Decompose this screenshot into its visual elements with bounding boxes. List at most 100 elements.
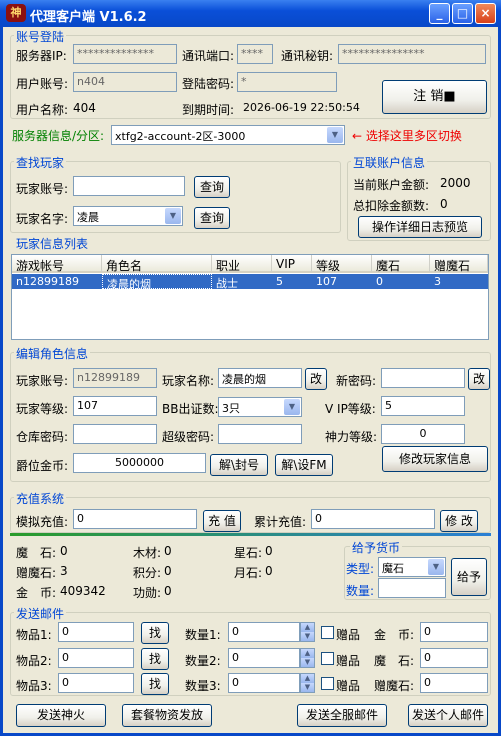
edit-role-title: 编辑角色信息 — [14, 345, 91, 362]
give-type-select[interactable]: 魔石 ▼ — [378, 557, 446, 577]
query-account-button[interactable]: 查询 — [194, 176, 230, 198]
edit-level-input[interactable]: 107 — [73, 396, 157, 416]
table-cell-level[interactable]: 107 — [312, 274, 372, 289]
chevron-down-icon[interactable]: ▼ — [327, 127, 343, 143]
table-cell-role[interactable]: 凌晨的烟 — [102, 274, 212, 291]
give-amount-input[interactable] — [378, 578, 446, 598]
mail-cur1-input[interactable]: 0 — [420, 622, 488, 642]
mail-gift3-checkbox[interactable] — [321, 677, 334, 690]
table-cell-gift-mostone[interactable]: 3 — [430, 274, 488, 289]
mail-qty2-spinner[interactable]: ▲ ▼ — [300, 648, 315, 668]
mail-qty1-spinner[interactable]: ▲ ▼ — [300, 622, 315, 642]
log-preview-button[interactable]: 操作详细日志预览 — [358, 216, 482, 238]
query-name-button[interactable]: 查询 — [194, 207, 230, 229]
mail-item1-find-button[interactable]: 找 — [141, 622, 169, 644]
vip-label: V IP等级: — [325, 402, 376, 416]
player-list[interactable]: 游戏帐号 角色名 职业 VIP 等级 魔石 赠魔石 n12899189 凌晨的烟… — [11, 254, 489, 340]
warehouse-label: 仓库密码: — [16, 430, 69, 444]
chevron-down-icon[interactable]: ▼ — [428, 559, 444, 575]
package-dispatch-button[interactable]: 套餐物资发放 — [122, 704, 212, 727]
mail-cur2-input[interactable]: 0 — [420, 648, 488, 668]
chevron-down-icon[interactable]: ▼ — [165, 208, 181, 224]
port-field[interactable]: **** — [237, 44, 273, 64]
total-deduct-label: 总扣除金额数: — [353, 199, 430, 213]
chevron-down-icon[interactable]: ▼ — [284, 399, 300, 415]
new-password-input[interactable] — [381, 368, 465, 388]
recharge-button[interactable]: 充 值 — [203, 510, 241, 532]
table-cell-vip[interactable]: 5 — [272, 274, 312, 289]
minimize-button[interactable]: _ — [429, 3, 450, 24]
table-cell-class[interactable]: 战士 — [212, 274, 272, 290]
mail-qty3-input[interactable]: 0 — [228, 673, 300, 693]
password-field[interactable]: * — [237, 72, 337, 92]
edit-level-label: 玩家等级: — [16, 402, 69, 416]
unseal-button[interactable]: 解\封号 — [210, 454, 268, 476]
merit-value: 0 — [164, 584, 172, 598]
table-cell-mostone[interactable]: 0 — [372, 274, 430, 289]
star-label: 星石: — [234, 546, 263, 560]
modify-recharge-button[interactable]: 修 改 — [440, 510, 478, 532]
mail-gift1-checkbox[interactable] — [321, 626, 334, 639]
col-gift-mostone[interactable]: 赠魔石 — [430, 255, 488, 273]
mail-cur3-label: 赠魔石: — [374, 679, 415, 693]
send-all-mail-button[interactable]: 发送全服邮件 — [297, 704, 387, 727]
gold-input[interactable]: 5000000 — [73, 453, 206, 473]
col-account[interactable]: 游戏帐号 — [12, 255, 102, 273]
mail-item1-input[interactable]: 0 — [58, 622, 134, 642]
mail-item3-find-button[interactable]: 找 — [141, 673, 169, 695]
port-label: 通讯端口: — [182, 49, 235, 63]
server-select[interactable]: xtfg2-account-2区-3000 ▼ — [111, 125, 345, 145]
secret-field[interactable]: *************** — [338, 44, 486, 64]
send-personal-mail-button[interactable]: 发送个人邮件 — [408, 704, 488, 727]
col-role[interactable]: 角色名 — [102, 255, 212, 273]
modify-player-button[interactable]: 修改玩家信息 — [382, 446, 488, 472]
mail-gift3-label: 赠品 — [336, 679, 361, 693]
send-fire-button[interactable]: 发送神火 — [16, 704, 106, 727]
bb-label: BB出证数: — [162, 402, 219, 416]
unset-gm-button[interactable]: 解\设FM — [275, 454, 333, 476]
power-level-input[interactable]: 0 — [381, 424, 465, 444]
sim-recharge-input[interactable]: 0 — [73, 509, 197, 529]
user-name-value: 404 — [73, 101, 96, 115]
new-password-button[interactable]: 改 — [468, 368, 490, 390]
col-vip[interactable]: VIP — [272, 255, 312, 273]
mail-qty3-spinner[interactable]: ▲ ▼ — [300, 673, 315, 693]
server-ip-field[interactable]: ************** — [73, 44, 177, 64]
logout-button[interactable]: 注 销■ — [382, 80, 487, 114]
window-title: 代理客户端 V1.6.2 — [30, 10, 147, 25]
maximize-button[interactable]: □ — [452, 3, 473, 24]
vip-input[interactable]: 5 — [381, 396, 465, 416]
mostone-value: 0 — [60, 544, 68, 558]
edit-account-field[interactable]: n12899189 — [73, 368, 157, 388]
mail-item1-label: 物品1: — [16, 628, 52, 642]
mail-item3-input[interactable]: 0 — [58, 673, 134, 693]
bb-select[interactable]: 3只 ▼ — [218, 397, 302, 417]
warehouse-input[interactable] — [73, 424, 157, 444]
col-class[interactable]: 职业 — [212, 255, 272, 273]
give-currency-title: 给予货币 — [350, 539, 403, 556]
give-button[interactable]: 给予 — [451, 558, 487, 596]
score-label: 积分: — [133, 566, 162, 580]
mail-gift2-checkbox[interactable] — [321, 652, 334, 665]
col-level[interactable]: 等级 — [312, 255, 372, 273]
table-row[interactable]: n12899189 — [12, 274, 102, 289]
find-account-input[interactable] — [73, 176, 185, 196]
mail-title: 发送邮件 — [14, 605, 67, 622]
server-ip-label: 服务器IP: — [16, 49, 67, 63]
mail-cur3-input[interactable]: 0 — [420, 673, 488, 693]
col-mostone[interactable]: 魔石 — [372, 255, 430, 273]
total-recharge-input[interactable]: 0 — [311, 509, 435, 529]
mail-qty2-input[interactable]: 0 — [228, 648, 300, 668]
close-button[interactable]: × — [475, 3, 496, 24]
mail-item2-find-button[interactable]: 找 — [141, 648, 169, 670]
edit-name-button[interactable]: 改 — [305, 368, 327, 390]
merit-label: 功勋: — [133, 586, 162, 600]
coin-label: 金 币: — [16, 586, 57, 600]
give-type-label: 类型: — [346, 562, 375, 576]
super-password-input[interactable] — [218, 424, 302, 444]
user-account-field[interactable]: n404 — [73, 72, 177, 92]
find-name-select[interactable]: 凌晨 ▼ — [73, 206, 183, 226]
edit-name-input[interactable]: 凌晨的烟 — [218, 368, 302, 388]
mail-item2-input[interactable]: 0 — [58, 648, 134, 668]
mail-qty1-input[interactable]: 0 — [228, 622, 300, 642]
